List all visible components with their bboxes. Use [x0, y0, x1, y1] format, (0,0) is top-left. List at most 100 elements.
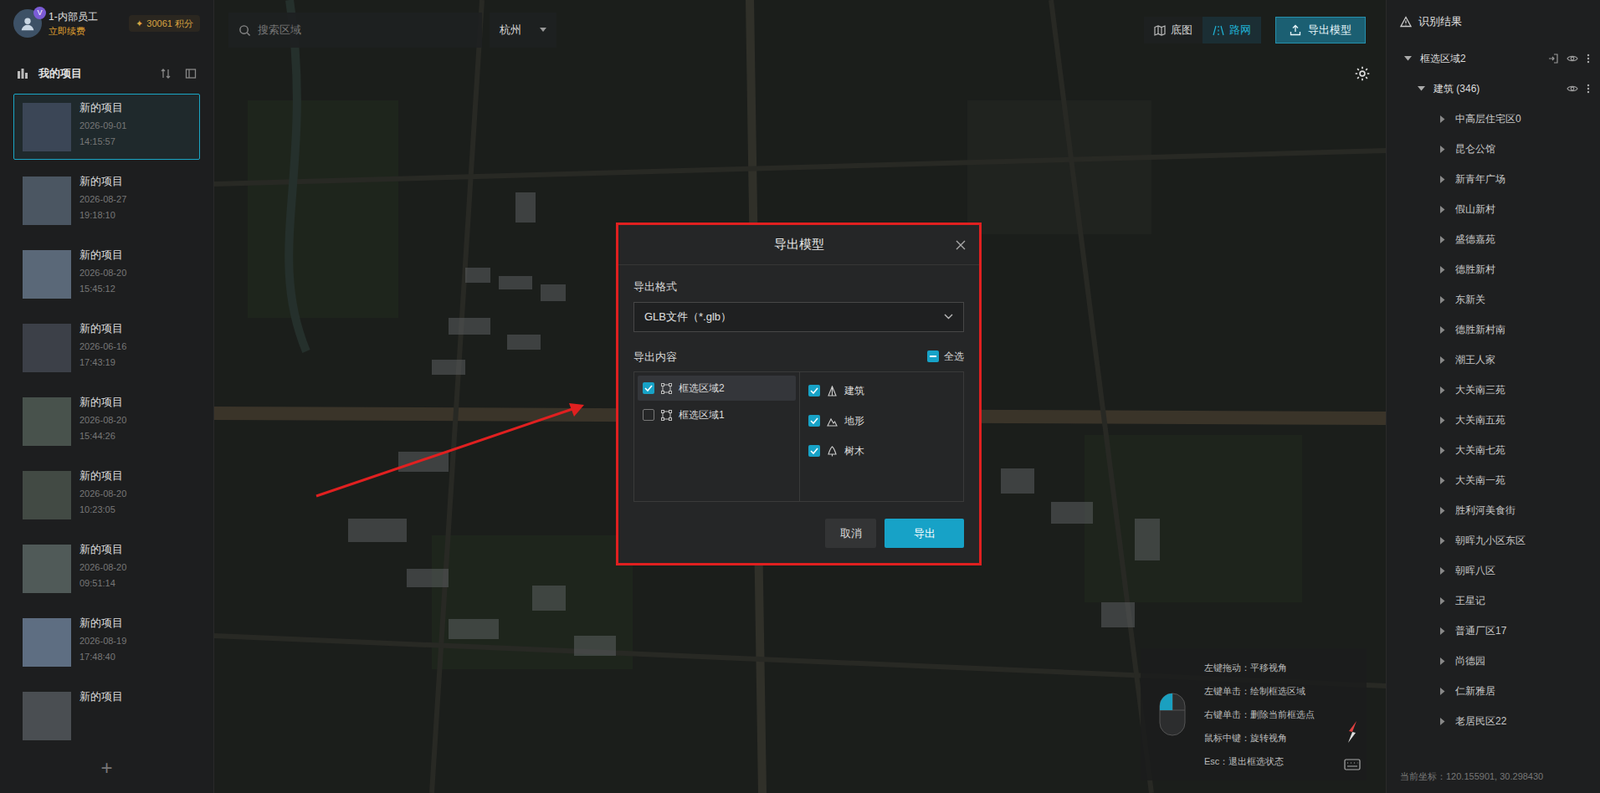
tree-item[interactable]: 大关南七苑 — [1386, 435, 1600, 466]
tree-item-label: 假山新村 — [1455, 201, 1496, 217]
search-box[interactable] — [228, 12, 483, 48]
project-item[interactable]: 新的项目 — [13, 682, 200, 744]
more-icon[interactable] — [1586, 83, 1590, 94]
project-item[interactable]: 新的项目2026-08-2015:44:26 — [13, 388, 200, 455]
keyboard-icon[interactable] — [1343, 758, 1361, 771]
caret-right-icon[interactable] — [1438, 296, 1447, 304]
caret-right-icon[interactable] — [1438, 446, 1447, 455]
caret-right-icon[interactable] — [1438, 326, 1447, 334]
caret-right-icon[interactable] — [1438, 717, 1447, 726]
tree-item[interactable]: 朝晖九小区东区 — [1386, 525, 1600, 556]
dialog-title: 导出模型 — [774, 235, 825, 255]
caret-right-icon[interactable] — [1438, 145, 1447, 154]
compass-icon[interactable] — [1344, 720, 1360, 744]
more-icon[interactable] — [1586, 53, 1590, 64]
region-row[interactable]: 框选区域1 — [637, 402, 796, 428]
checkbox[interactable] — [642, 409, 655, 421]
region-row[interactable]: 框选区域2 — [637, 375, 796, 401]
caret-right-icon[interactable] — [1438, 175, 1447, 184]
tree-item[interactable]: 仁新雅居 — [1386, 676, 1600, 707]
eye-icon[interactable] — [1566, 54, 1579, 63]
tree-item[interactable]: 德胜新村南 — [1386, 314, 1600, 345]
checkbox[interactable] — [927, 350, 939, 363]
sort-icon[interactable] — [159, 67, 172, 80]
layout-icon[interactable] — [184, 67, 197, 80]
caret-right-icon[interactable] — [1438, 205, 1447, 214]
layer-row[interactable]: 地形 — [808, 405, 955, 436]
add-project-button[interactable]: + — [100, 758, 113, 779]
layer-row[interactable]: 树木 — [808, 435, 955, 467]
tree-item[interactable]: 中高层住宅区0 — [1386, 103, 1600, 134]
caret-right-icon[interactable] — [1438, 266, 1447, 274]
caret-right-icon[interactable] — [1438, 356, 1447, 365]
tree-item[interactable]: 大关南三苑 — [1386, 374, 1600, 406]
checkbox[interactable] — [808, 445, 821, 457]
tree-category[interactable]: 建筑 (346) — [1386, 73, 1600, 104]
project-item[interactable]: 新的项目2026-08-2010:23:05 — [13, 461, 200, 529]
caret-right-icon[interactable] — [1438, 386, 1447, 395]
tree-item[interactable]: 胜利河美食街 — [1386, 495, 1600, 526]
close-icon[interactable] — [955, 240, 966, 251]
project-item[interactable]: 新的项目2026-08-2719:18:10 — [13, 167, 200, 234]
help-line: 右键单击：删除当前框选点 — [1204, 707, 1339, 723]
caret-down-icon[interactable] — [1403, 56, 1412, 62]
tree-item[interactable]: 大关南五苑 — [1386, 405, 1600, 436]
select-all[interactable]: 全选 — [927, 348, 965, 365]
project-date: 2026-08-20 — [79, 266, 127, 281]
caret-right-icon[interactable] — [1438, 476, 1447, 485]
caret-right-icon[interactable] — [1438, 235, 1447, 244]
caret-right-icon[interactable] — [1438, 657, 1447, 666]
export-model-button[interactable]: 导出模型 — [1275, 16, 1366, 44]
export-button[interactable]: 导出 — [884, 518, 965, 549]
format-select[interactable]: GLB文件（*.glb） — [633, 302, 965, 333]
search-input[interactable] — [257, 21, 472, 39]
project-item[interactable]: 新的项目2026-06-1617:43:19 — [13, 314, 200, 381]
renew-link[interactable]: 立即续费 — [48, 24, 98, 39]
view-tab[interactable]: 路网 — [1202, 16, 1262, 44]
tree-item[interactable]: 潮王人家 — [1386, 344, 1600, 375]
tree-item[interactable]: 新青年广场 — [1386, 164, 1600, 195]
project-item[interactable]: 新的项目2026-09-0114:15:57 — [13, 93, 200, 160]
tree-item[interactable]: 朝晖八区 — [1386, 555, 1600, 586]
caret-right-icon[interactable] — [1438, 567, 1447, 575]
map-view[interactable]: 杭州 底图路网 导出模型 导出模型 — [214, 0, 1386, 793]
avatar[interactable]: V — [13, 9, 42, 38]
view-tab[interactable]: 底图 — [1143, 16, 1203, 44]
checkbox[interactable] — [808, 384, 821, 397]
project-item[interactable]: 新的项目2026-08-1917:48:40 — [13, 609, 200, 676]
cancel-button[interactable]: 取消 — [825, 518, 877, 549]
caret-right-icon[interactable] — [1438, 507, 1447, 515]
checkbox[interactable] — [642, 382, 655, 395]
caret-right-icon[interactable] — [1438, 597, 1447, 606]
gear-icon[interactable] — [1353, 65, 1371, 83]
tree-item[interactable]: 普通厂区17 — [1386, 615, 1600, 647]
tree-item[interactable]: 昆仑公馆 — [1386, 133, 1600, 165]
tree-item[interactable]: 老居民区22 — [1386, 706, 1600, 737]
tree-item[interactable]: 盛德嘉苑 — [1386, 224, 1600, 255]
caret-right-icon[interactable] — [1438, 537, 1447, 545]
tree-item[interactable]: 大关南一苑 — [1386, 465, 1600, 496]
caret-right-icon[interactable] — [1438, 687, 1447, 696]
checkbox[interactable] — [808, 415, 821, 427]
caret-right-icon[interactable] — [1438, 416, 1447, 425]
project-date: 2026-08-20 — [79, 413, 127, 428]
project-thumbnail — [22, 471, 72, 520]
caret-right-icon[interactable] — [1438, 627, 1447, 636]
project-list: 新的项目2026-09-0114:15:57 新的项目2026-08-2719:1… — [0, 93, 214, 744]
project-item[interactable]: 新的项目2026-08-2009:51:14 — [13, 535, 200, 602]
caret-down-icon[interactable] — [1416, 86, 1426, 92]
layer-row[interactable]: 建筑 — [808, 375, 955, 406]
tree-region[interactable]: 框选区域2 — [1386, 43, 1600, 74]
tree-item[interactable]: 德胜新村 — [1386, 254, 1600, 285]
map-toolbar: 杭州 底图路网 导出模型 — [228, 12, 1366, 48]
tree-category-label: 建筑 (346) — [1433, 81, 1480, 97]
tree-item[interactable]: 假山新村 — [1386, 194, 1600, 225]
caret-right-icon[interactable] — [1438, 115, 1447, 124]
tree-item[interactable]: 尚德园 — [1386, 646, 1600, 677]
locate-icon[interactable] — [1548, 53, 1559, 64]
project-item[interactable]: 新的项目2026-08-2015:45:12 — [13, 241, 200, 308]
eye-icon[interactable] — [1566, 84, 1579, 93]
tree-item[interactable]: 东新关 — [1386, 284, 1600, 315]
city-select[interactable]: 杭州 — [489, 12, 557, 48]
tree-item[interactable]: 王星记 — [1386, 585, 1600, 616]
